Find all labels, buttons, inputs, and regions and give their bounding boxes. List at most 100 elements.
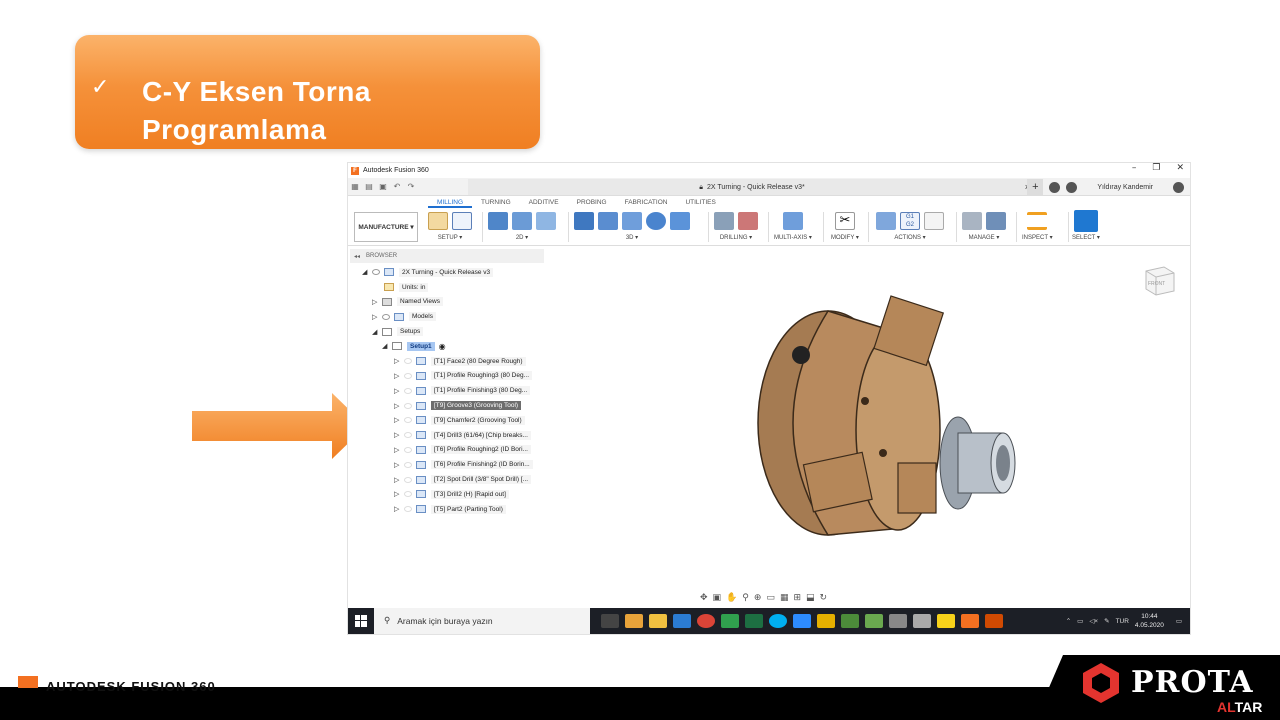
tab-milling[interactable]: MILLING <box>428 198 473 208</box>
tab-turning[interactable]: TURNING <box>472 198 520 208</box>
operation-item[interactable]: ▷ [T1] Profile Finishing3 (80 Deg... <box>350 383 550 398</box>
visibility-icon[interactable] <box>404 461 412 468</box>
taskbar-app-icon[interactable] <box>625 614 643 628</box>
expand-icon[interactable]: ▷ <box>394 402 404 410</box>
camtasia-icon[interactable] <box>721 614 739 628</box>
user-name[interactable]: Yıldıray Kandemir <box>1097 184 1153 191</box>
tab-fabrication[interactable]: FABRICATION <box>616 198 677 208</box>
face-icon[interactable] <box>536 212 556 230</box>
pen-icon[interactable]: ✎ <box>1104 617 1109 625</box>
visibility-icon[interactable] <box>372 269 380 276</box>
setup-group[interactable]: SETUP ▾ <box>428 210 472 246</box>
look-at-icon[interactable]: ▣ <box>713 593 722 603</box>
notifications-icon[interactable] <box>1066 181 1078 193</box>
folder-icon[interactable] <box>428 212 448 230</box>
visibility-icon[interactable] <box>382 313 390 320</box>
taskbar-app-icon[interactable] <box>841 614 859 628</box>
3d-adaptive-icon[interactable] <box>574 212 594 230</box>
expand-icon[interactable]: ▷ <box>394 446 404 454</box>
visibility-icon[interactable] <box>404 506 412 513</box>
maximize-button[interactable]: ❐ <box>1152 163 1160 173</box>
hole-recognition-icon[interactable] <box>738 212 758 230</box>
operation-item[interactable]: ▷ [T1] Profile Roughing3 (80 Deg... <box>350 369 550 384</box>
operation-item[interactable]: ▷ [T5] Part2 (Parting Tool) <box>350 502 550 517</box>
tray-chevron-icon[interactable]: ⌃ <box>1066 617 1071 625</box>
visibility-icon[interactable] <box>404 402 412 409</box>
network-icon[interactable]: ▭ <box>1077 617 1083 625</box>
taskbar-app-icon[interactable] <box>913 614 931 628</box>
expand-icon[interactable]: ▷ <box>394 461 404 469</box>
active-setup-icon[interactable]: ◉ <box>439 342 446 351</box>
2d-pocket-icon[interactable] <box>512 212 532 230</box>
multi-axis-icon[interactable] <box>782 212 803 230</box>
visibility-icon[interactable] <box>404 372 412 379</box>
fit-icon[interactable]: ⊕ <box>754 593 762 603</box>
modify-group[interactable]: ✂ MODIFY ▾ <box>831 210 859 246</box>
start-button[interactable] <box>348 608 374 634</box>
visibility-icon[interactable] <box>404 476 412 483</box>
manage-group[interactable]: MANAGE ▾ <box>962 210 1006 246</box>
file-menu-icon[interactable]: ▤ <box>362 182 376 191</box>
help-icon[interactable] <box>1173 181 1184 193</box>
expand-icon[interactable]: ▷ <box>372 298 382 306</box>
expand-icon[interactable]: ◢ <box>362 268 372 276</box>
operation-item[interactable]: ▷ [T1] Face2 (80 Degree Rough) <box>350 354 550 369</box>
sticky-notes-icon[interactable] <box>937 614 955 628</box>
display-settings-icon[interactable]: ▭ <box>766 593 775 603</box>
operation-item[interactable]: ▷ [T6] Profile Finishing2 (ID Borin... <box>350 457 550 472</box>
notification-center-icon[interactable]: ▭ <box>1176 617 1182 625</box>
skype-icon[interactable] <box>769 614 787 628</box>
save-icon[interactable]: ▣ <box>376 182 390 191</box>
fusion-taskbar-icon[interactable] <box>961 614 979 628</box>
tab-utilities[interactable]: UTILITIES <box>676 198 724 208</box>
powerpoint-icon[interactable] <box>985 614 1003 628</box>
2d-group[interactable]: 2D ▾ <box>488 210 556 246</box>
browser-header[interactable]: ◂◂ BROWSER <box>350 249 544 263</box>
operation-item[interactable]: ▷ [T3] Drill2 (H) [Rapid out] <box>350 487 550 502</box>
tree-units[interactable]: Units: in <box>350 280 550 295</box>
post-process-icon[interactable]: G1 G2 <box>900 212 920 230</box>
multi-axis-group[interactable]: MULTI-AXIS ▾ <box>774 210 812 246</box>
minimize-button[interactable]: – <box>1132 163 1137 173</box>
collapse-browser-icon[interactable]: ◂◂ <box>354 253 360 260</box>
expand-icon[interactable]: ▷ <box>394 416 404 424</box>
zoom-icon[interactable]: ⚲ <box>742 593 749 603</box>
setup-sheet-icon[interactable] <box>924 212 944 230</box>
job-status-icon[interactable] <box>1049 181 1061 193</box>
inspect-group[interactable]: INSPECT ▾ <box>1022 210 1053 246</box>
tab-probing[interactable]: PROBING <box>568 198 616 208</box>
expand-icon[interactable]: ▷ <box>394 357 404 365</box>
tree-setup1[interactable]: ◢ Setup1 ◉ <box>350 339 550 354</box>
expand-icon[interactable]: ◢ <box>382 342 392 350</box>
chrome-icon[interactable] <box>697 614 715 628</box>
pocket-clearing-icon[interactable] <box>598 212 618 230</box>
task-view-icon[interactable] <box>601 614 619 628</box>
tree-root[interactable]: ◢ 2X Turning - Quick Release v3 <box>350 265 550 280</box>
new-tab-button[interactable]: + <box>1027 179 1044 195</box>
close-button[interactable]: ✕ <box>1176 163 1184 173</box>
grid-settings-icon[interactable]: ▦ <box>780 593 789 603</box>
drill-icon[interactable] <box>714 212 734 230</box>
lathe-chuck-model[interactable] <box>733 293 1033 553</box>
viewcube[interactable]: FRONT <box>1138 263 1178 299</box>
2d-adaptive-icon[interactable] <box>488 212 508 230</box>
operation-item-selected[interactable]: ▷ [T9] Groove3 (Grooving Tool) <box>350 398 550 413</box>
select-cursor-icon[interactable] <box>1073 210 1098 232</box>
section-icon[interactable]: ⬓ <box>806 593 815 603</box>
refresh-icon[interactable]: ↻ <box>820 593 828 603</box>
operation-item[interactable]: ▷ [T6] Profile Roughing2 (ID Bori... <box>350 443 550 458</box>
visibility-icon[interactable] <box>404 387 412 394</box>
viewports-icon[interactable]: ⊞ <box>793 593 801 603</box>
redo-icon[interactable]: ↷ <box>404 182 418 191</box>
expand-icon[interactable]: ▷ <box>394 387 404 395</box>
grid-menu-icon[interactable]: ▦ <box>348 182 362 191</box>
scallop-icon[interactable] <box>646 212 666 230</box>
taskbar-search[interactable]: ⚲ Aramak için buraya yazın <box>374 608 590 634</box>
scissors-icon[interactable]: ✂ <box>834 212 855 230</box>
orbit-icon[interactable]: ✥ <box>700 593 708 603</box>
excel-icon[interactable] <box>745 614 763 628</box>
tree-named-views[interactable]: ▷ Named Views <box>350 295 550 310</box>
actions-group[interactable]: G1 G2 ACTIONS ▾ <box>876 210 944 246</box>
workspace-dropdown[interactable]: MANUFACTURE ▾ <box>354 212 418 242</box>
steep-shallow-icon[interactable] <box>622 212 642 230</box>
